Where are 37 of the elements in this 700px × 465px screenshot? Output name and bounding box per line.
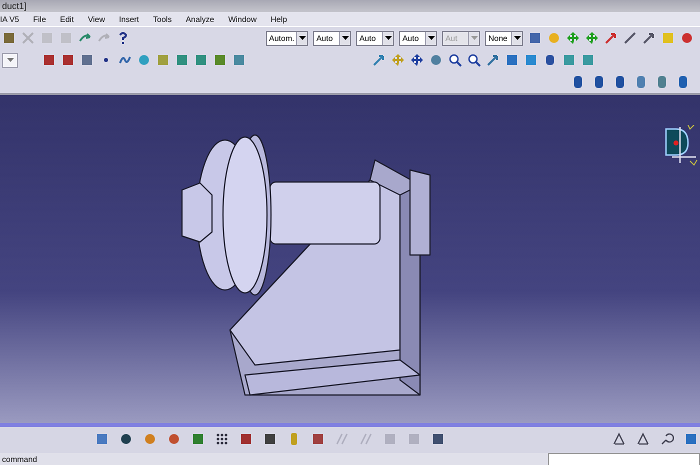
cylinder-icon[interactable] — [676, 75, 690, 89]
menu-item[interactable]: Tools — [153, 14, 172, 24]
cylinder-icon[interactable] — [613, 75, 627, 89]
caret-icon — [428, 36, 435, 40]
menu-item[interactable]: Edit — [60, 14, 74, 24]
move-arrows-icon[interactable] — [410, 53, 424, 67]
cylinder-icon[interactable] — [634, 75, 648, 89]
menu-item[interactable]: Help — [270, 14, 288, 24]
cylinder-icon[interactable] — [592, 75, 606, 89]
caret-icon — [6, 58, 14, 62]
menu-item[interactable]: View — [88, 14, 106, 24]
caret-icon — [298, 36, 306, 40]
fit-all-icon[interactable] — [391, 53, 405, 67]
grid-icon[interactable] — [215, 432, 229, 446]
zoom-out-icon[interactable] — [467, 53, 481, 67]
caret-icon — [342, 36, 349, 40]
caret-icon — [384, 36, 392, 40]
menu-item[interactable]: File — [33, 14, 46, 24]
dropdown[interactable]: Auto — [356, 30, 394, 46]
menu-item[interactable]: IA V5 — [0, 14, 20, 24]
menu-item[interactable]: Analyze — [186, 14, 214, 24]
dropdown[interactable]: Autom. — [266, 30, 308, 46]
cylinder-icon[interactable] — [543, 53, 557, 67]
caret-icon — [470, 36, 478, 40]
dropdown[interactable]: Auto — [313, 30, 352, 46]
caret-icon — [514, 36, 521, 40]
dropdown[interactable] — [2, 52, 18, 68]
dropdown[interactable]: None — [485, 30, 524, 46]
menu-item[interactable]: Insert — [119, 14, 140, 24]
window-title: duct1] — [2, 1, 27, 11]
dropdown[interactable]: Auto — [399, 30, 438, 46]
command-input-field[interactable] — [548, 452, 700, 465]
cylinder-icon[interactable] — [571, 75, 585, 89]
menu-item[interactable]: Window — [228, 14, 257, 24]
status-message: command — [1, 454, 38, 464]
zoom-in-icon[interactable] — [448, 53, 462, 67]
cylinder-icon[interactable] — [655, 75, 669, 89]
